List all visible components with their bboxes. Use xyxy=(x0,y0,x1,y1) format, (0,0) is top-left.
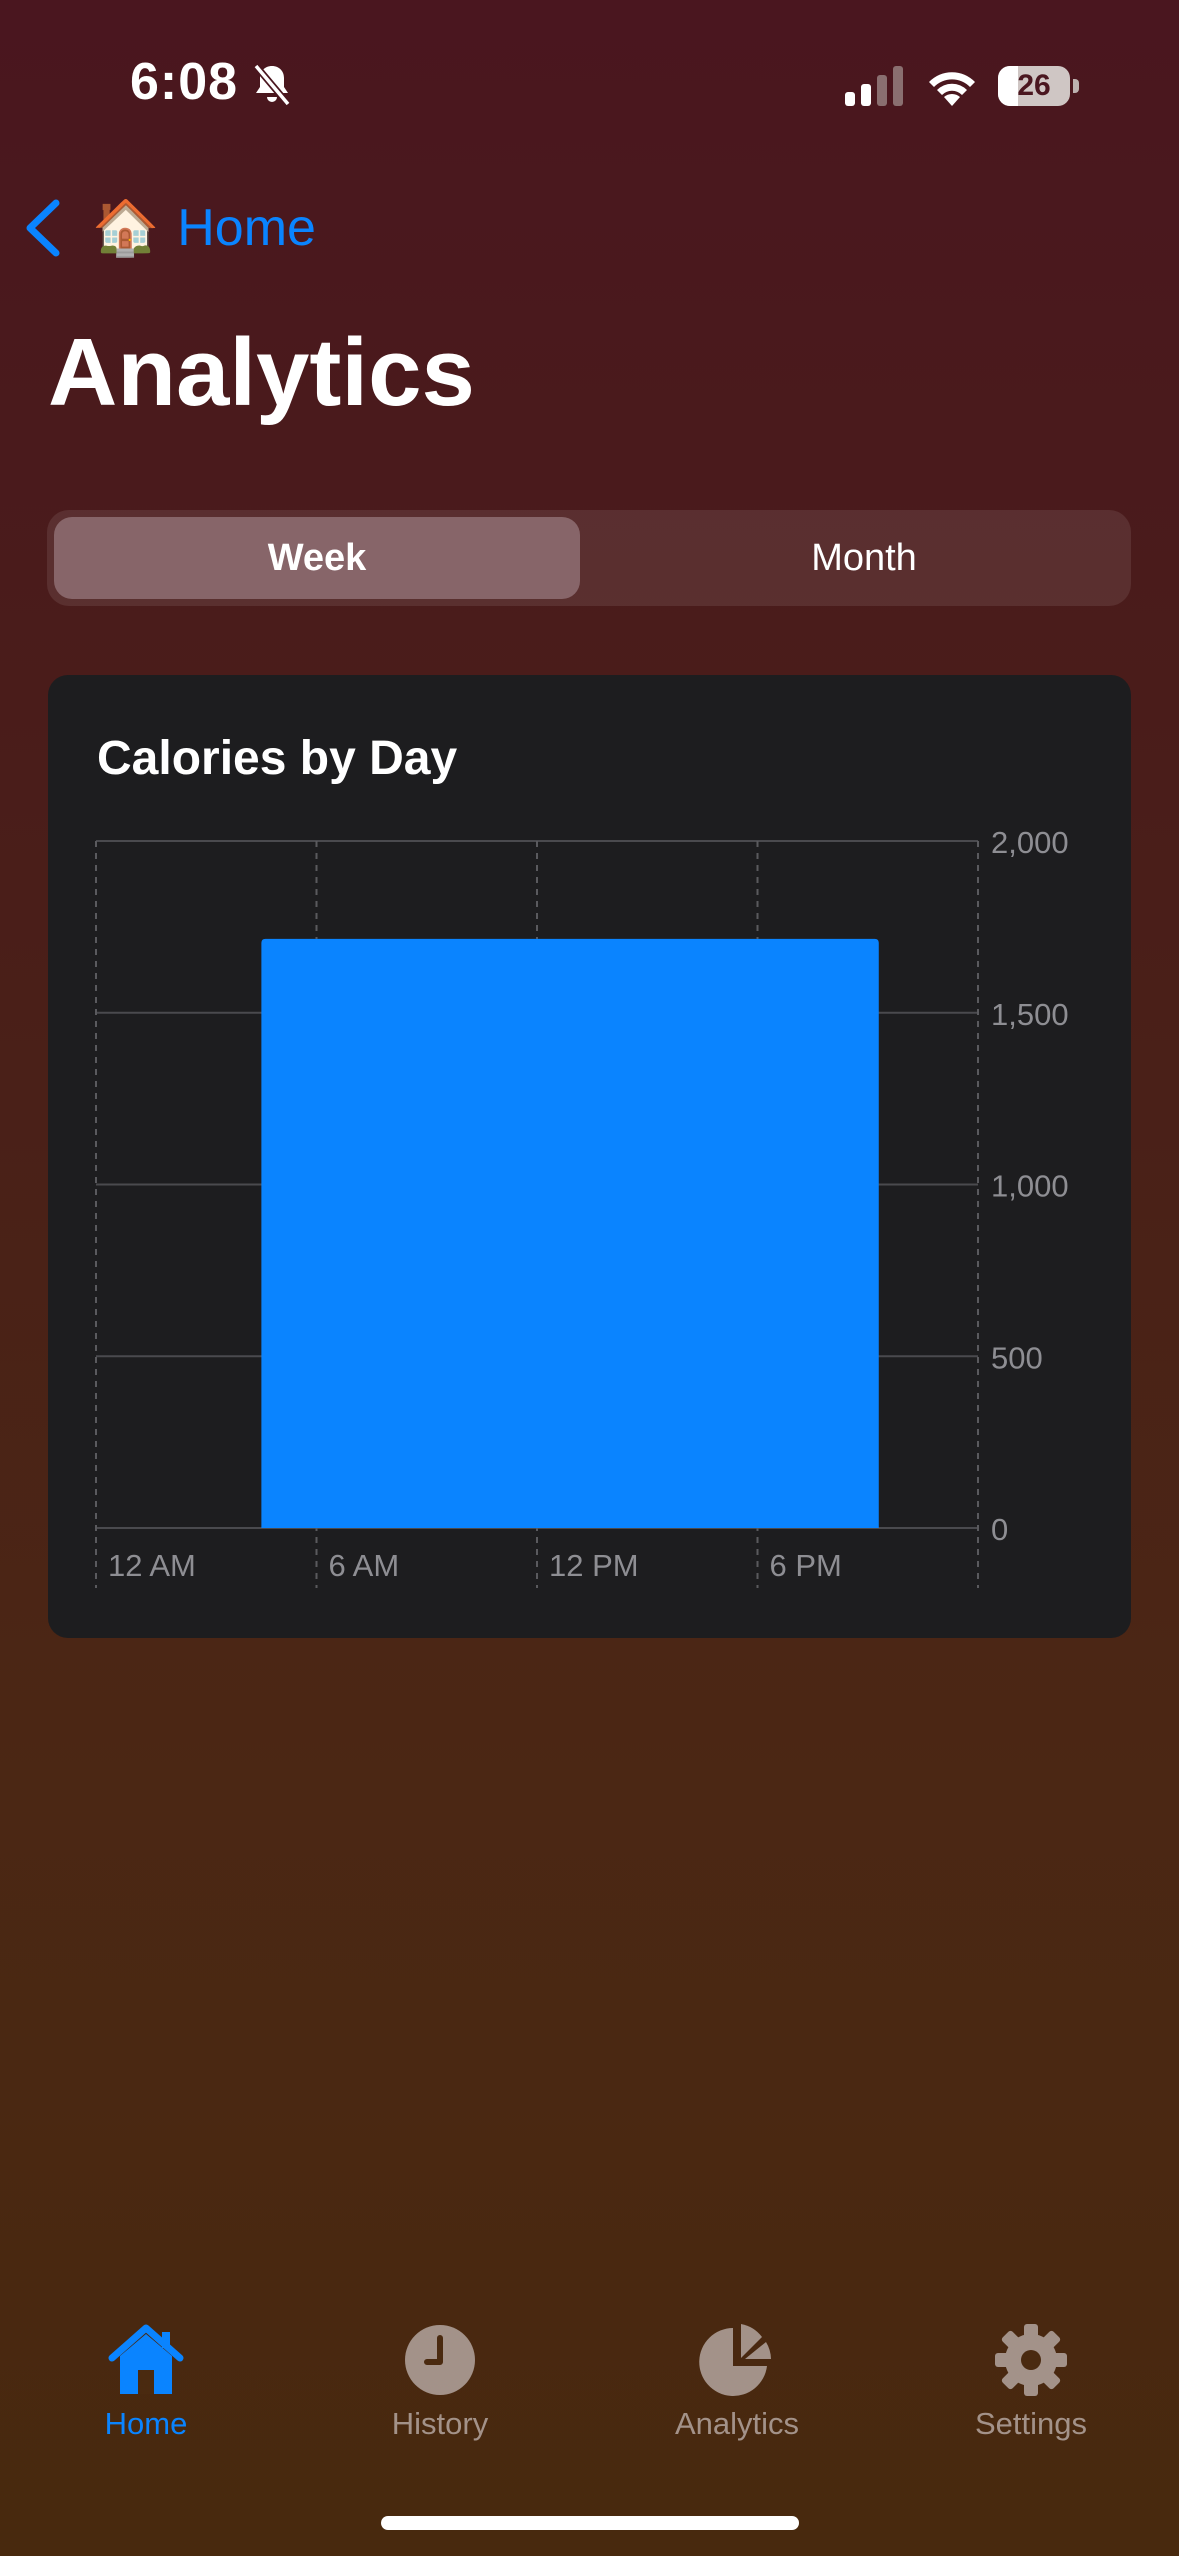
cellular-signal-icon xyxy=(845,66,903,106)
calorie-bar xyxy=(261,938,879,1528)
tab-history-label: History xyxy=(391,2406,489,2441)
home-indicator xyxy=(381,2516,799,2530)
gear-icon xyxy=(995,2324,1067,2396)
pie-chart-icon xyxy=(699,2324,771,2396)
bell-slash-icon xyxy=(253,63,291,107)
tab-settings-label: Settings xyxy=(974,2406,1087,2441)
y-tick-label: 2,000 xyxy=(991,825,1069,860)
chart-card: Calories by Day 0 500 1,000 1,500 2,000 12 AM… xyxy=(48,675,1131,1638)
tab-home-label: Home xyxy=(104,2406,188,2441)
back-label: Home xyxy=(177,199,316,257)
y-tick-label: 0 xyxy=(991,1512,1008,1547)
calories-chart: 0 500 1,000 1,500 2,000 12 AM 6 AM 12 PM 6 PM xyxy=(95,825,1069,1588)
y-tick-label: 500 xyxy=(991,1340,1043,1375)
y-tick-label: 1,500 xyxy=(991,997,1069,1032)
tab-home[interactable]: Home xyxy=(46,2320,246,2442)
house-emoji: 🏠 xyxy=(92,197,160,258)
battery-icon: 26 xyxy=(998,66,1080,106)
tab-analytics[interactable]: Analytics xyxy=(637,2320,837,2442)
x-tick-label: 6 PM xyxy=(770,1548,842,1583)
tab-settings[interactable]: Settings xyxy=(931,2320,1131,2442)
page-title: Analytics xyxy=(48,319,475,426)
wifi-icon xyxy=(929,72,975,106)
tab-history[interactable]: History xyxy=(340,2320,540,2442)
y-tick-label: 1,000 xyxy=(991,1169,1069,1204)
segment-week[interactable]: Week xyxy=(54,517,580,599)
period-segmented-control: Week Month xyxy=(47,510,1131,606)
status-time: 6:08 xyxy=(130,53,239,111)
tab-analytics-label: Analytics xyxy=(674,2406,800,2441)
battery-level: 26 xyxy=(1017,69,1051,102)
back-button[interactable]: 🏠 Home xyxy=(22,190,316,266)
segment-month[interactable]: Month xyxy=(604,517,1124,599)
clock-icon xyxy=(405,2325,475,2395)
x-tick-label: 6 AM xyxy=(329,1548,400,1583)
x-tick-label: 12 AM xyxy=(108,1548,196,1583)
x-tick-label: 12 PM xyxy=(549,1548,639,1583)
chevron-left-icon xyxy=(26,199,60,257)
house-icon xyxy=(108,2324,184,2394)
